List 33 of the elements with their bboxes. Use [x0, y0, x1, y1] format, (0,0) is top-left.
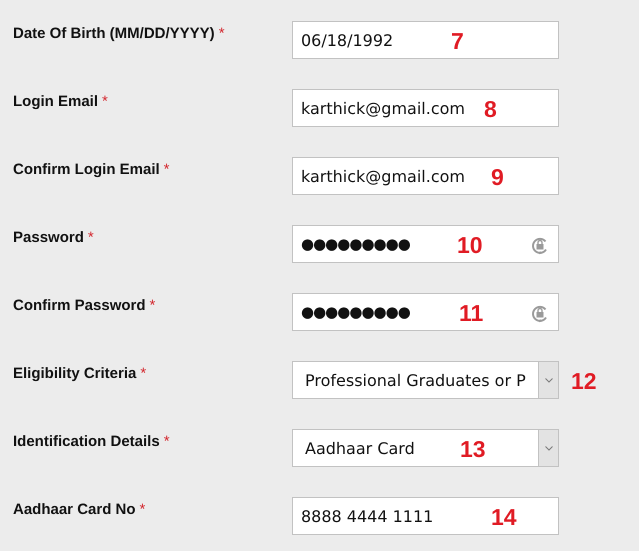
step-number: 12: [571, 368, 597, 395]
dropdown[interactable]: Aadhaar Card 13: [292, 429, 559, 467]
step-number: 8: [484, 96, 497, 123]
input-field[interactable]: 06/18/1992 7: [292, 21, 559, 59]
field-label: Password: [13, 229, 84, 246]
input-field[interactable]: 8888 4444 1111 14: [292, 497, 559, 535]
step-number: 7: [451, 28, 464, 55]
required-mark: *: [88, 229, 94, 246]
step-number: 11: [459, 300, 484, 327]
required-mark: *: [218, 25, 225, 42]
required-mark: *: [164, 433, 170, 450]
step-number: 14: [491, 504, 517, 531]
chevron-down-icon: [544, 446, 552, 450]
step-number: 9: [491, 164, 504, 191]
field-label: Aadhaar Card No: [13, 501, 136, 518]
required-mark: *: [140, 501, 146, 518]
password-field[interactable]: ●●●●●●●●● 11: [292, 293, 559, 331]
required-mark: *: [164, 161, 170, 178]
chevron-down-icon: [544, 378, 552, 382]
required-mark: *: [102, 93, 108, 110]
field-label: Eligibility Criteria: [13, 365, 136, 382]
required-mark: *: [140, 365, 146, 382]
field-label: Login Email: [13, 93, 98, 110]
field-label: Confirm Login Email: [13, 161, 160, 178]
field-label: Confirm Password: [13, 297, 146, 314]
password-field[interactable]: ●●●●●●●●● 10: [292, 225, 559, 263]
step-number: 13: [460, 436, 486, 463]
required-mark: *: [150, 297, 156, 314]
input-field[interactable]: karthick@gmail.com 8: [292, 89, 559, 127]
field-label: Identification Details: [13, 433, 160, 450]
step-number: 10: [457, 232, 483, 259]
input-field[interactable]: karthick@gmail.com 9: [292, 157, 559, 195]
field-label: Date Of Birth (MM/DD/YYYY): [13, 25, 215, 42]
